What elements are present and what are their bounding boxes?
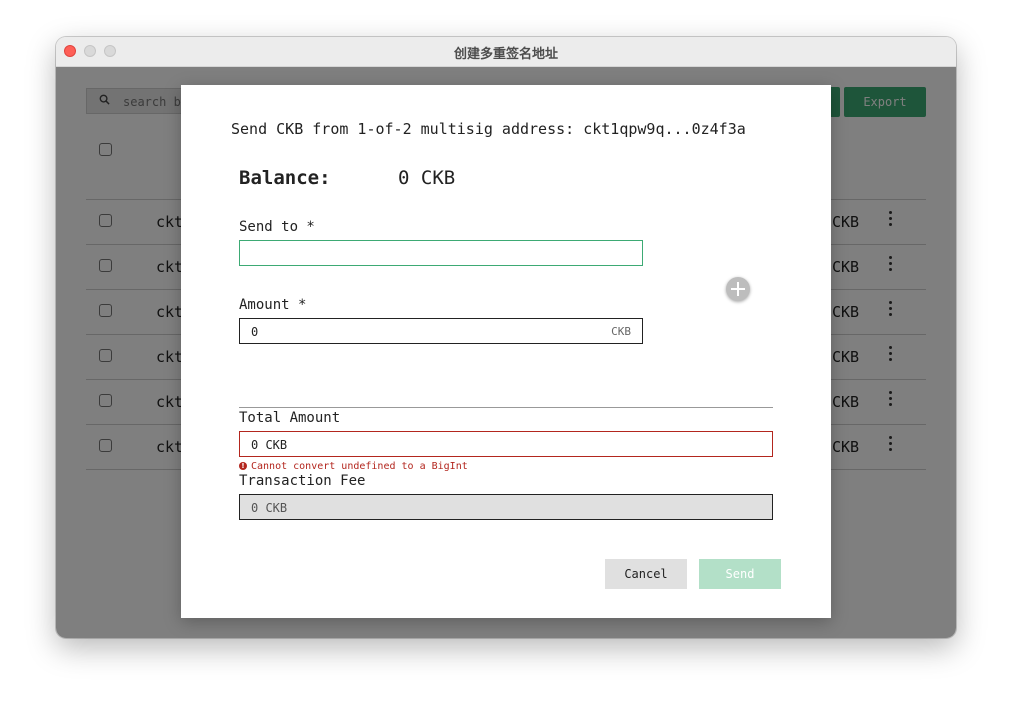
- divider: [239, 407, 773, 408]
- total-amount-field: 0 CKB: [239, 431, 773, 457]
- amount-value: 0: [251, 325, 259, 339]
- window-title: 创建多重签名地址: [453, 47, 558, 62]
- amount-label: Amount *: [239, 297, 307, 313]
- amount-input[interactable]: 0 CKB: [239, 318, 643, 344]
- total-amount-value: 0 CKB: [251, 438, 288, 452]
- balance-label: Balance:: [239, 167, 331, 189]
- title-bar: 创建多重签名地址: [56, 37, 956, 67]
- error-text: Cannot convert undefined to a BigInt: [251, 461, 468, 472]
- total-amount-label: Total Amount: [239, 410, 341, 426]
- send-to-label: Send to *: [239, 219, 315, 235]
- add-recipient-button[interactable]: [726, 277, 750, 301]
- error-icon: !: [239, 462, 247, 470]
- send-dialog: Send CKB from 1-of-2 multisig address: c…: [181, 85, 831, 618]
- balance-value: 0 CKB: [398, 167, 456, 189]
- send-to-input[interactable]: [239, 240, 643, 266]
- dialog-title: Send CKB from 1-of-2 multisig address: c…: [231, 120, 746, 138]
- cancel-button[interactable]: Cancel: [605, 559, 687, 589]
- transaction-fee-label: Transaction Fee: [239, 473, 366, 489]
- error-message: ! Cannot convert undefined to a BigInt: [239, 461, 468, 472]
- send-button[interactable]: Send: [699, 559, 781, 589]
- transaction-fee-field: 0 CKB: [239, 494, 773, 520]
- transaction-fee-value: 0 CKB: [251, 501, 288, 515]
- amount-unit: CKB: [611, 325, 631, 338]
